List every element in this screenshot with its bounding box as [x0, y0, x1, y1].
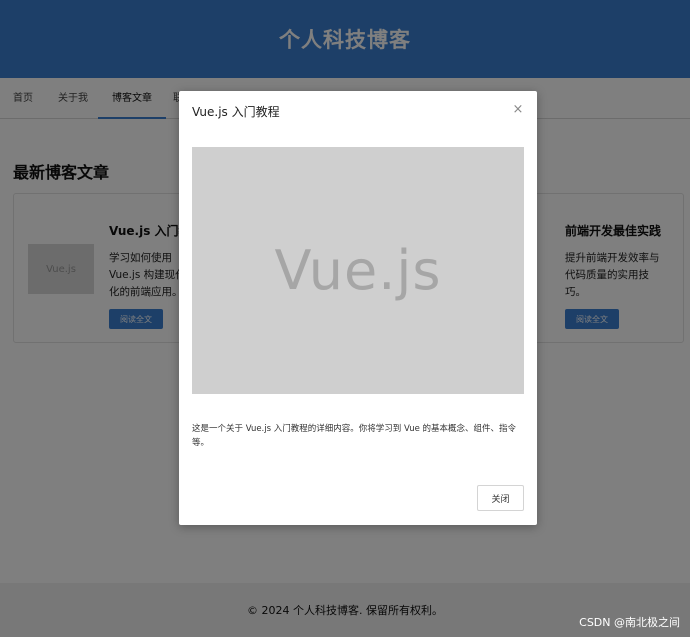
modal-image: Vue.js — [192, 147, 524, 394]
watermark: CSDN @南北极之间 — [579, 616, 680, 629]
close-button[interactable]: 关闭 — [477, 485, 524, 511]
modal-description: 这是一个关于 Vue.js 入门教程的详细内容。你将学习到 Vue 的基本概念、… — [192, 424, 517, 448]
close-icon[interactable]: × — [511, 102, 525, 117]
modal-title: Vue.js 入门教程 — [192, 105, 280, 119]
post-modal: Vue.js 入门教程 × Vue.js 这是一个关于 Vue.js 入门教程的… — [179, 91, 537, 525]
